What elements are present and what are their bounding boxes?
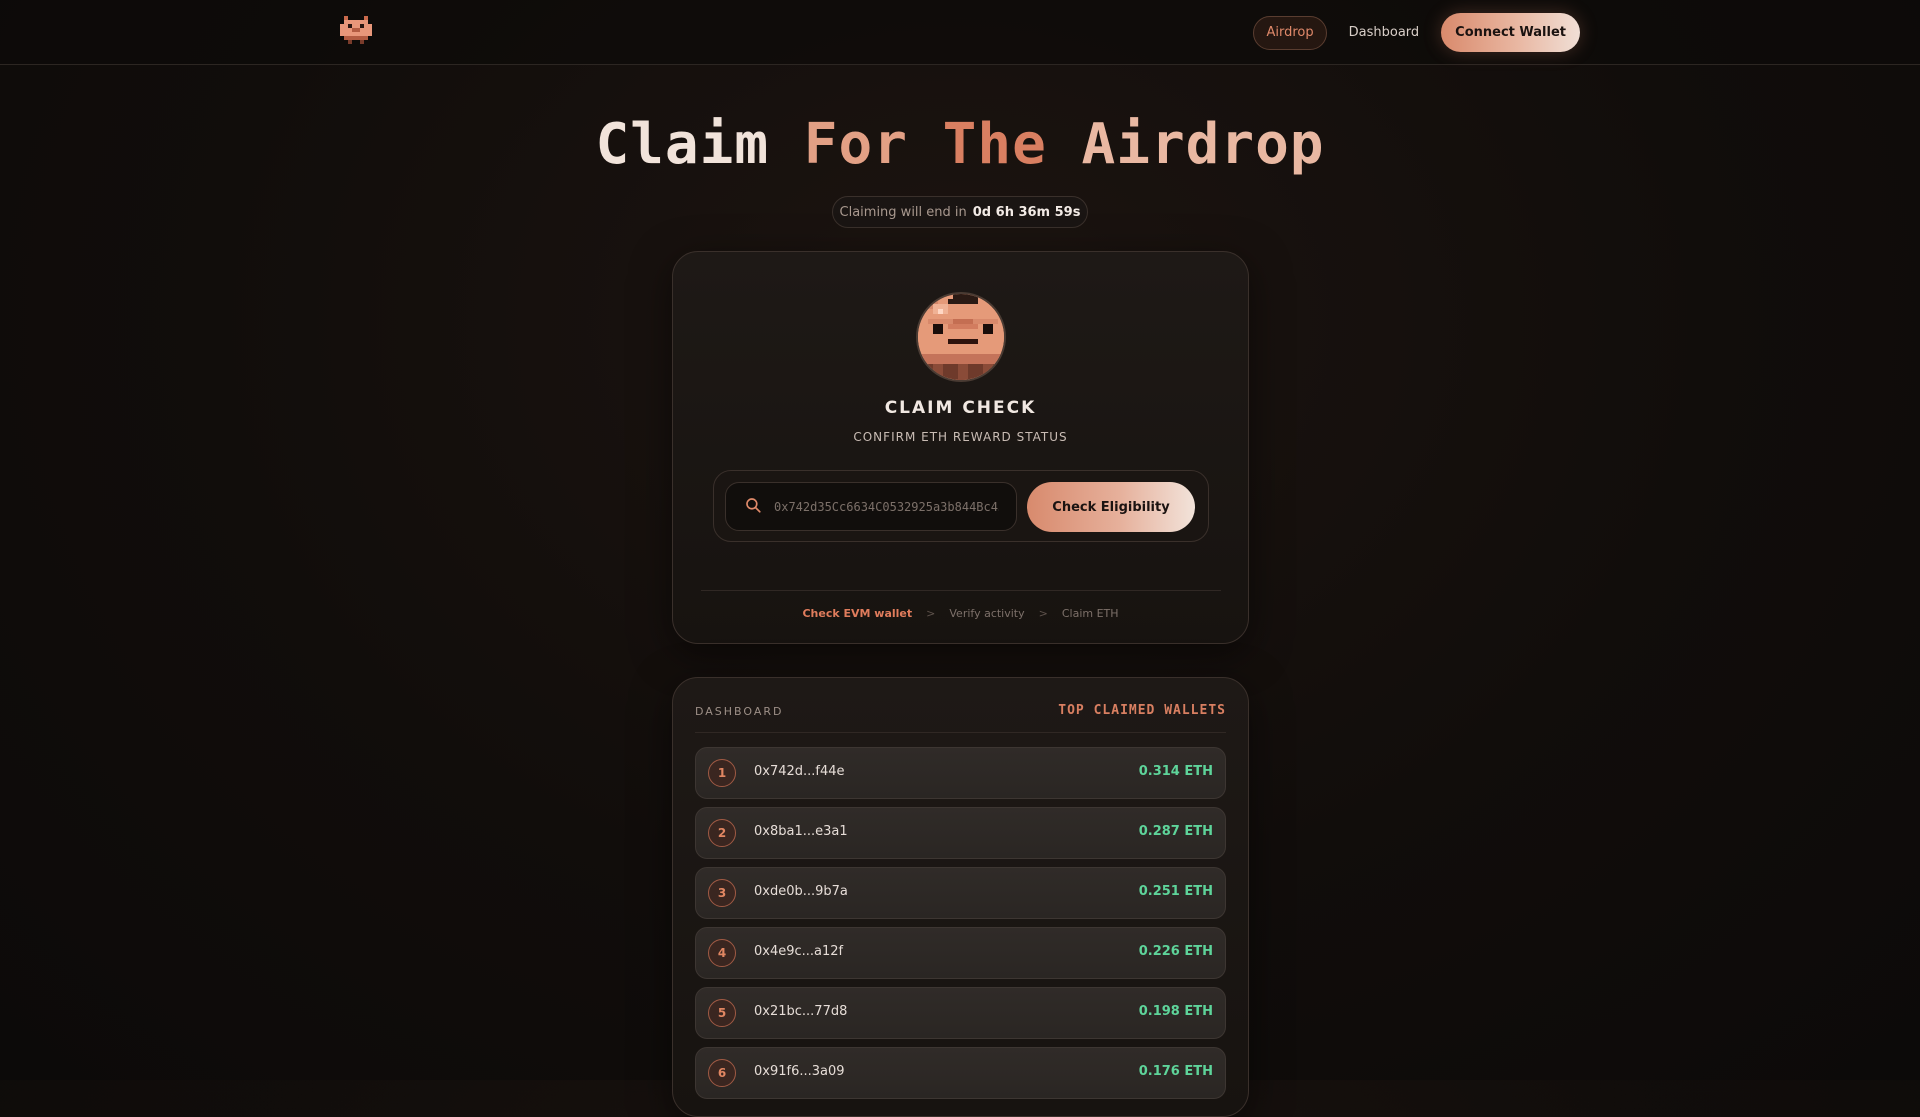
check-eligibility-button[interactable]: Check Eligibility [1027,482,1195,532]
list-item[interactable]: 2 0x8ba1...e3a1 0.287 ETH [695,807,1226,859]
step-separator: > [926,607,936,620]
eth-amount: 0.287 ETH [1138,824,1213,839]
countdown-label: Claiming will end in [839,204,967,220]
connect-wallet-button[interactable]: Connect Wallet [1441,13,1580,52]
nav-airdrop-link[interactable]: Airdrop [1253,15,1327,50]
top-navbar: Airdrop Dashboard Connect Wallet [0,0,1920,65]
rank-badge: 4 [708,939,736,967]
countdown-value: 0d 6h 36m 59s [972,204,1081,220]
top-claimed-wallets-heading: TOP CLAIMED WALLETS [1058,703,1226,718]
search-icon [744,496,762,518]
wallet-address-input[interactable] [774,499,999,514]
wallet-leaderboard-list: 1 0x742d...f44e 0.314 ETH 2 0x8ba1...e3a… [695,747,1226,1107]
wallet-address: 0x91f6...3a09 [754,1064,845,1079]
eth-amount: 0.314 ETH [1138,764,1213,779]
step-claim-eth: Claim ETH [1061,607,1119,620]
wallet-search-box[interactable] [725,482,1017,531]
eth-amount: 0.176 ETH [1138,1064,1213,1079]
list-item[interactable]: 1 0x742d...f44e 0.314 ETH [695,747,1226,799]
eth-amount: 0.251 ETH [1138,884,1213,899]
claim-steps-breadcrumb: Check EVM wallet > Verify activity > Cla… [673,607,1248,620]
rank-badge: 5 [708,999,736,1027]
wallet-search-panel: Check Eligibility [713,470,1209,542]
claim-check-title: CLAIM CHECK [884,398,1037,418]
title-word-for: For [803,112,908,177]
eth-amount: 0.198 ETH [1138,1004,1213,1019]
wallet-address: 0xde0b...9b7a [754,884,848,899]
wallet-address: 0x21bc...77d8 [754,1004,848,1019]
wallet-address: 0x8ba1...e3a1 [754,824,848,839]
dashboard-header: DASHBOARD TOP CLAIMED WALLETS [695,703,1226,733]
claim-check-subtitle: CONFIRM ETH REWARD STATUS [853,430,1068,444]
step-verify-activity: Verify activity [949,607,1025,620]
title-word-the: The [942,112,1047,177]
claim-check-card: CLAIM CHECK CONFIRM ETH REWARD STATUS Ch… [672,251,1249,644]
list-item[interactable]: 3 0xde0b...9b7a 0.251 ETH [695,867,1226,919]
dashboard-card: DASHBOARD TOP CLAIMED WALLETS 1 0x742d..… [672,677,1249,1117]
page-title: Claim For The Airdrop [0,112,1920,177]
list-item[interactable]: 6 0x91f6...3a09 0.176 ETH [695,1047,1226,1099]
pixel-pig-logo-icon[interactable] [340,16,372,48]
wallet-address: 0x4e9c...a12f [754,944,844,959]
rank-badge: 6 [708,1059,736,1087]
divider [701,590,1221,591]
rank-badge: 3 [708,879,736,907]
list-item[interactable]: 4 0x4e9c...a12f 0.226 ETH [695,927,1226,979]
step-check-wallet: Check EVM wallet [802,607,913,620]
title-word-airdrop: Airdrop [1081,112,1325,177]
title-word-claim: Claim [595,112,770,177]
list-item[interactable]: 5 0x21bc...77d8 0.198 ETH [695,987,1226,1039]
rank-badge: 2 [708,819,736,847]
nav-actions: Airdrop Dashboard Connect Wallet [1253,13,1580,52]
pixel-pig-avatar-icon [916,292,1006,382]
dashboard-label: DASHBOARD [695,705,784,718]
countdown-badge: Claiming will end in 0d 6h 36m 59s [832,196,1088,228]
eth-amount: 0.226 ETH [1138,944,1213,959]
step-separator: > [1038,607,1048,620]
rank-badge: 1 [708,759,736,787]
wallet-address: 0x742d...f44e [754,764,845,779]
nav-dashboard-link[interactable]: Dashboard [1337,16,1432,50]
